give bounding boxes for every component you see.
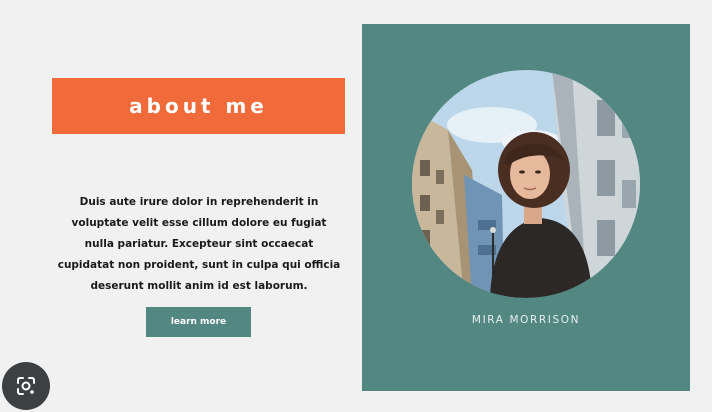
about-me-banner: about me [52, 78, 345, 134]
learn-more-button[interactable]: learn more [146, 307, 251, 337]
bio-text: Duis aute irure dolor in reprehenderit i… [57, 196, 341, 292]
lens-search-button[interactable] [2, 362, 50, 410]
about-me-title: about me [129, 94, 268, 118]
portrait-photo [412, 70, 640, 298]
profile-card: MIRA MORRISON [362, 24, 690, 391]
profile-name: MIRA MORRISON [471, 314, 581, 326]
lens-search-icon [17, 377, 35, 395]
